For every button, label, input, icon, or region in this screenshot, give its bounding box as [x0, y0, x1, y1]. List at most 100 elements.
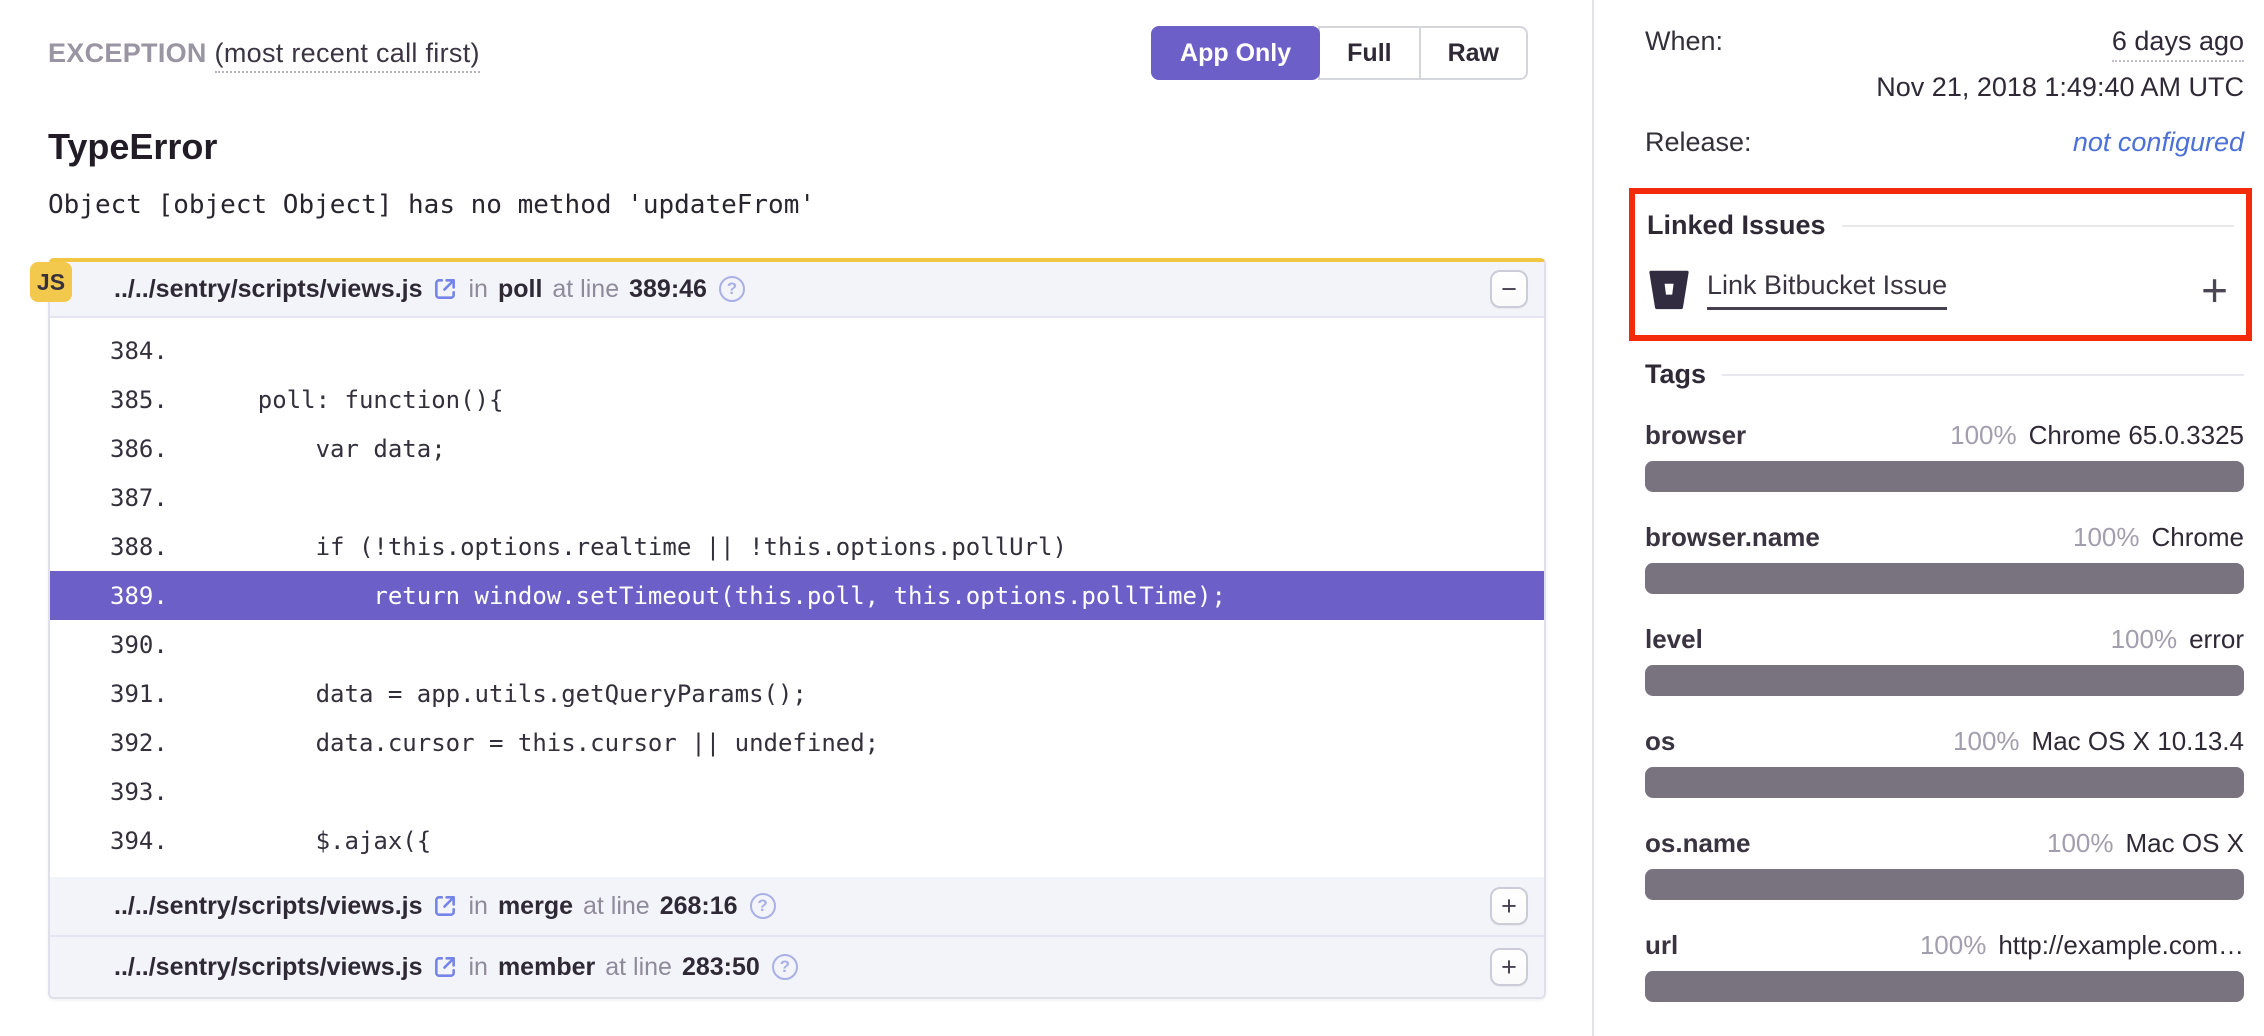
exception-type: TypeError	[48, 126, 1528, 168]
at-line-label: at line	[583, 892, 650, 921]
tag-value-link[interactable]: Mac OS X 10.13.4	[2032, 726, 2244, 756]
external-link-icon[interactable]	[432, 893, 458, 919]
code-line: 389. return window.setTimeout(this.poll,…	[50, 571, 1544, 620]
exception-panel: EXCEPTION (most recent call first) App O…	[0, 0, 1592, 1036]
at-line-label: at line	[552, 275, 619, 304]
section-divider	[1722, 374, 2244, 376]
bitbucket-icon	[1647, 267, 1691, 313]
code-line: 390.	[50, 620, 1544, 669]
tag-key-link[interactable]: browser	[1645, 420, 1746, 451]
frame-filename[interactable]: ../../sentry/scripts/views.js	[114, 953, 422, 982]
tags-header: Tags	[1645, 359, 2244, 390]
when-label: When:	[1645, 26, 1723, 57]
external-link-icon[interactable]	[432, 276, 458, 302]
tag-distribution-bar[interactable]	[1645, 869, 2244, 900]
code-line: 384.	[50, 326, 1544, 375]
call-order-note: (most recent call first)	[215, 38, 480, 73]
tag-distribution-bar[interactable]	[1645, 767, 2244, 798]
frame-filename[interactable]: ../../sentry/scripts/views.js	[114, 892, 422, 921]
line-source: if (!this.options.realtime || !this.opti…	[200, 533, 1067, 561]
toggle-raw-button[interactable]: Raw	[1419, 26, 1528, 80]
frame-function: merge	[498, 892, 573, 921]
tag-key-link[interactable]: browser.name	[1645, 522, 1820, 553]
frame-lineno: 389:46	[629, 275, 707, 304]
help-icon[interactable]: ?	[750, 893, 776, 919]
line-number: 384.	[50, 337, 200, 365]
line-number: 388.	[50, 533, 200, 561]
tag-distribution-bar[interactable]	[1645, 461, 2244, 492]
collapse-frame-button[interactable]: −	[1490, 270, 1528, 308]
tag-value-wrap: 100% Mac OS X	[2047, 828, 2244, 859]
external-link-icon[interactable]	[432, 954, 458, 980]
tag-key-link[interactable]: os	[1645, 726, 1675, 757]
release-not-configured-link[interactable]: not configured	[2073, 127, 2244, 158]
tag-head: browser 100% Chrome 65.0.3325	[1645, 420, 2244, 451]
line-number: 390.	[50, 631, 200, 659]
help-icon[interactable]: ?	[719, 276, 745, 302]
tags-title: Tags	[1645, 359, 1706, 390]
line-source: var data;	[200, 435, 446, 463]
frame-function: member	[498, 953, 595, 982]
linked-issues-title: Linked Issues	[1647, 210, 1826, 241]
expand-frame-button[interactable]: +	[1490, 948, 1528, 986]
frame-header-member[interactable]: ../../sentry/scripts/views.js in member …	[50, 937, 1544, 997]
tag-value-link[interactable]: http://example.com…	[1998, 930, 2244, 960]
line-number: 385.	[50, 386, 200, 414]
code-line: 386. var data;	[50, 424, 1544, 473]
stack-trace: JS ../../sentry/scripts/views.js in poll…	[48, 258, 1546, 999]
in-label: in	[468, 953, 487, 982]
tag-key-link[interactable]: os.name	[1645, 828, 1751, 859]
tag-percent: 100%	[2047, 828, 2114, 858]
tag-distribution-bar[interactable]	[1645, 563, 2244, 594]
exception-section-title: EXCEPTION (most recent call first)	[48, 38, 480, 69]
tag-key-link[interactable]: url	[1645, 930, 1678, 961]
tag-value-link[interactable]: Chrome	[2152, 522, 2244, 552]
line-number: 386.	[50, 435, 200, 463]
when-absolute: Nov 21, 2018 1:49:40 AM UTC	[1645, 72, 2244, 103]
tag-row: browser.name 100%Chrome	[1645, 522, 2244, 594]
exception-header: EXCEPTION (most recent call first) App O…	[48, 26, 1528, 80]
line-source: poll: function(){	[200, 386, 503, 414]
tag-percent: 100%	[1953, 726, 2020, 756]
toggle-app-only-button[interactable]: App Only	[1151, 26, 1320, 80]
line-source: data = app.utils.getQueryParams();	[200, 680, 807, 708]
release-row: Release: not configured	[1645, 127, 2244, 158]
tag-head: os 100% Mac OS X 10.13.4	[1645, 726, 2244, 757]
link-bitbucket-issue-link[interactable]: Link Bitbucket Issue	[1707, 270, 1947, 310]
frame-header-poll[interactable]: ../../sentry/scripts/views.js in poll at…	[50, 262, 1544, 318]
frame-header-merge[interactable]: ../../sentry/scripts/views.js in merge a…	[50, 877, 1544, 937]
expand-frame-button[interactable]: +	[1490, 887, 1528, 925]
toggle-full-button[interactable]: Full	[1318, 26, 1420, 80]
line-number: 387.	[50, 484, 200, 512]
tag-row: browser 100% Chrome 65.0.3325	[1645, 420, 2244, 492]
section-label: EXCEPTION	[48, 38, 207, 68]
frame-lineno: 268:16	[660, 892, 738, 921]
tag-value-wrap: 100%Chrome	[2073, 522, 2244, 553]
tag-value-link[interactable]: error	[2189, 624, 2244, 654]
link-bitbucket-row: Link Bitbucket Issue +	[1647, 267, 2234, 313]
sentry-exception-page: EXCEPTION (most recent call first) App O…	[0, 0, 2264, 1036]
tag-key-link[interactable]: level	[1645, 624, 1703, 655]
tag-row: url 100%http://example.com…	[1645, 930, 2244, 1002]
help-icon[interactable]: ?	[772, 954, 798, 980]
tag-percent: 100%	[1950, 420, 2017, 450]
when-row: When: 6 days ago	[1645, 26, 2244, 62]
frame-filename[interactable]: ../../sentry/scripts/views.js	[114, 275, 422, 304]
tag-value-link[interactable]: Chrome 65.0.3325	[2029, 420, 2244, 450]
line-number: 389.	[50, 582, 200, 610]
section-divider	[1842, 225, 2234, 227]
tags-section: Tags browser 100% Chrome 65.0.3325 browse…	[1645, 359, 2244, 1002]
add-linked-issue-button[interactable]: +	[2201, 267, 2234, 313]
tag-distribution-bar[interactable]	[1645, 971, 2244, 1002]
tag-value-wrap: 100% Mac OS X 10.13.4	[1953, 726, 2244, 757]
tag-row: os 100% Mac OS X 10.13.4	[1645, 726, 2244, 798]
tag-head: os.name 100% Mac OS X	[1645, 828, 2244, 859]
tag-head: url 100%http://example.com…	[1645, 930, 2244, 961]
tag-value-link[interactable]: Mac OS X	[2126, 828, 2244, 858]
code-line: 387.	[50, 473, 1544, 522]
platform-js-badge: JS	[30, 262, 72, 302]
tag-distribution-bar[interactable]	[1645, 665, 2244, 696]
at-line-label: at line	[605, 953, 672, 982]
in-label: in	[468, 892, 487, 921]
stacktrace-view-toggle: App Only Full Raw	[1151, 26, 1528, 80]
